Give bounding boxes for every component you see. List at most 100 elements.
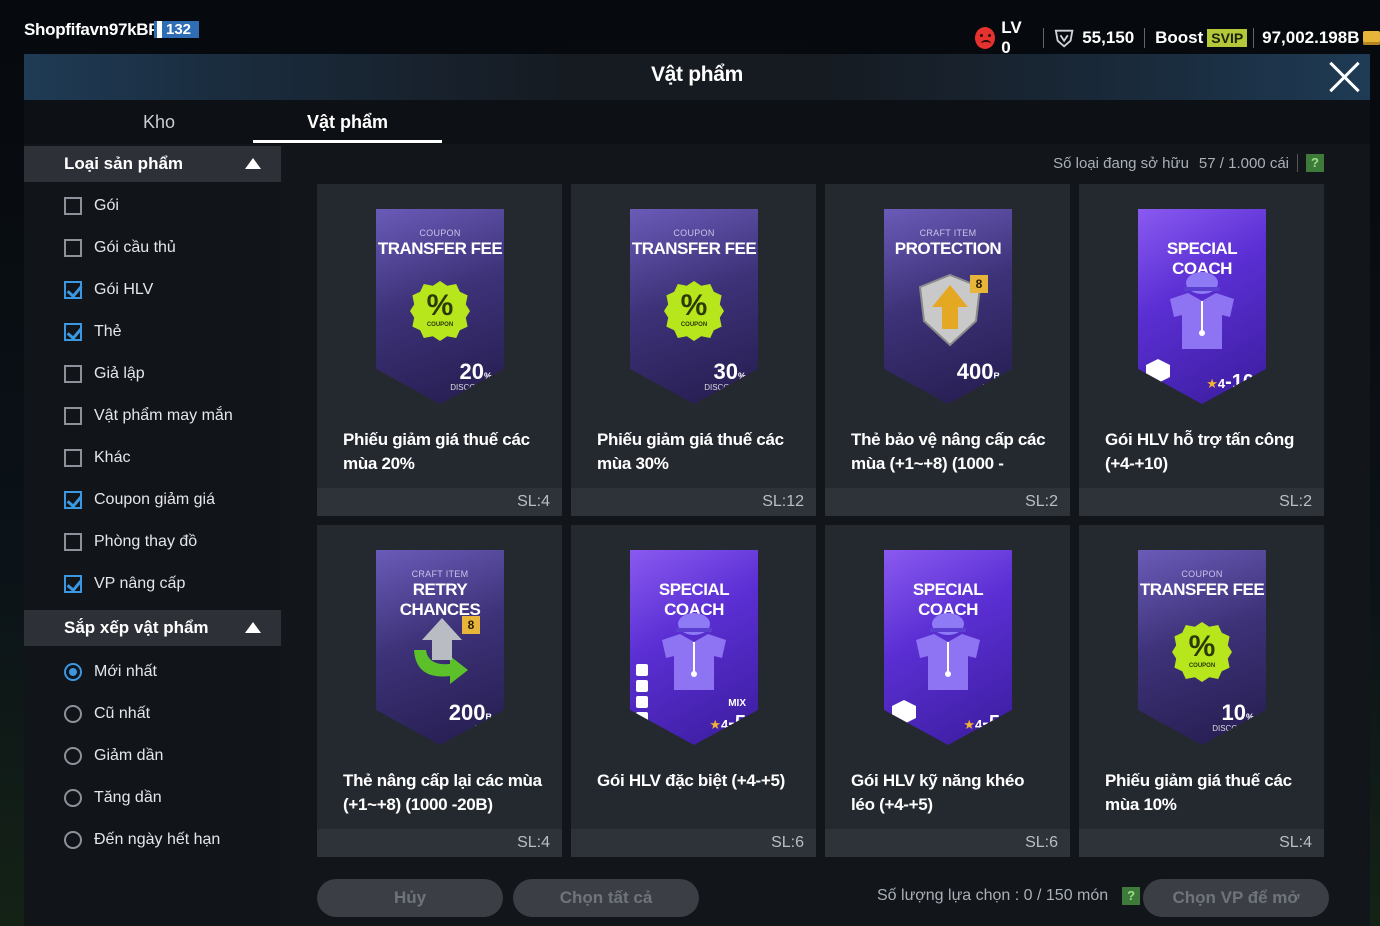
item-quantity: SL:6 — [771, 834, 804, 851]
filter-option[interactable]: Phòng thay đồ — [64, 528, 197, 556]
sort-option-label: Cũ nhất — [94, 705, 151, 722]
checkbox[interactable] — [64, 449, 82, 467]
checkbox[interactable] — [64, 197, 82, 215]
filter-option[interactable]: Thẻ — [64, 318, 122, 346]
grade-badge: 8 — [462, 616, 480, 634]
value-unit: B — [993, 371, 1001, 381]
item-tile[interactable]: CRAFT ITEM PROTECTION 8 400B MAX Thẻ bảo vệ n… — [825, 184, 1070, 516]
item-quantity: SL:6 — [1025, 834, 1058, 851]
filter-option-label: Gói cầu thủ — [94, 239, 176, 256]
checkbox[interactable] — [64, 575, 82, 593]
card-title: TRANSFER FEE — [631, 239, 757, 258]
coupon-percent-icon: % COUPON — [410, 281, 470, 341]
filter-option[interactable]: Gói cầu thủ — [64, 234, 176, 262]
radio-button[interactable] — [64, 831, 82, 849]
grade-high: 5 — [734, 712, 746, 734]
quantity-bar: SL:4 — [317, 829, 562, 857]
close-button[interactable] — [1326, 59, 1362, 95]
item-tile[interactable]: SPECIAL COACH ★4-10 Gói HLV hỗ trợ tấn côn… — [1079, 184, 1324, 516]
grade-low: 4 — [1217, 376, 1226, 391]
sort-option[interactable]: Đến ngày hết hạn — [64, 826, 220, 854]
sort-section-header[interactable]: Sắp xếp vật phẩm — [24, 610, 281, 646]
select-all-button[interactable]: Chọn tất cả — [513, 879, 699, 917]
card-subtitle: CRAFT ITEM — [411, 569, 469, 579]
checkbox[interactable] — [64, 365, 82, 383]
sad-face-icon — [975, 27, 996, 49]
filter-option[interactable]: Khác — [64, 444, 130, 472]
item-tile[interactable]: SPECIAL COACH MIX ★4-5 Gói HLV đặc biệt (+4… — [571, 525, 816, 857]
item-tile[interactable]: COUPON TRANSFER FEE% COUPON 10% DISCOUNT Phiế… — [1079, 525, 1324, 857]
tab-storage[interactable]: Kho — [64, 112, 254, 133]
filter-option[interactable]: VP nâng cấp — [64, 570, 185, 598]
sort-option[interactable]: Mới nhất — [64, 658, 157, 686]
position-icons — [636, 664, 650, 728]
selection-count: Số lượng lựa chọn : 0 / 150 món ? — [877, 887, 1141, 905]
filter-section-header[interactable]: Loại sản phẩm — [24, 146, 281, 182]
checkbox[interactable] — [64, 533, 82, 551]
quantity-bar: SL:4 — [317, 488, 562, 516]
item-quantity: SL:2 — [1025, 493, 1058, 510]
filter-option[interactable]: Coupon giảm giá — [64, 486, 215, 514]
value-unit: % — [1245, 712, 1254, 722]
checkbox[interactable] — [64, 407, 82, 425]
grade-range: ★4-10 — [1206, 371, 1254, 393]
sort-option[interactable]: Tăng dần — [64, 784, 162, 812]
owned-count: Số loại đang sở hữu 57 / 1.000 cái ? — [1053, 154, 1324, 172]
card-value-caption: DISCOUNT — [450, 383, 492, 392]
sort-option-label: Tăng dần — [94, 789, 162, 806]
item-tile[interactable]: COUPON TRANSFER FEE% COUPON 20% DISCOUNT Phiế… — [317, 184, 562, 516]
item-card: COUPON TRANSFER FEE% COUPON 10% DISCOUNT — [1138, 550, 1266, 745]
checkbox[interactable] — [64, 491, 82, 509]
card-value-caption: DISCOUNT — [704, 383, 746, 392]
item-tile[interactable]: SPECIAL COACH ★4-5 Gói HLV kỹ năng khéo lé… — [825, 525, 1070, 857]
star-icon: ★ — [709, 717, 721, 732]
value-unit: B — [485, 712, 493, 722]
item-tile[interactable]: CRAFT ITEM RETRY CHANCES 8 200B MAX Thẻ nâng … — [317, 525, 562, 857]
owned-label: Số loại đang sở hữu — [1053, 154, 1189, 172]
quantity-bar: SL:6 — [571, 829, 816, 857]
rank-display[interactable]: LV 0 55,150 Boost SVIP 97,002.198B — [975, 18, 1380, 58]
checkbox[interactable] — [64, 323, 82, 341]
filter-sidebar: Loại sản phẩm Gói Gói cầu thủ Gói HLV Thẻ Gi… — [24, 144, 281, 926]
username: Shopfifavn97kBP — [24, 20, 160, 39]
collapse-arrow-icon — [245, 622, 261, 633]
coupon-caption: COUPON — [1188, 663, 1216, 669]
top-bar: Shopfifavn97kBP 132 LV 0 55,150 Boost SV… — [0, 6, 1380, 57]
sort-option[interactable]: Giảm dần — [64, 742, 163, 770]
item-tile[interactable]: COUPON TRANSFER FEE% COUPON 30% DISCOUNT Phiế… — [571, 184, 816, 516]
item-card: SPECIAL COACH MIX ★4-5 — [630, 550, 758, 745]
quantity-bar: SL:12 — [571, 488, 816, 516]
sort-option-label: Mới nhất — [94, 663, 157, 680]
owned-value: 57 / 1.000 cái — [1198, 154, 1289, 172]
radio-button[interactable] — [64, 663, 82, 681]
radio-button[interactable] — [64, 789, 82, 807]
help-button[interactable]: ? — [1306, 154, 1324, 172]
item-art: COUPON TRANSFER FEE% COUPON 30% DISCOUNT — [571, 184, 816, 416]
card-value-caption: DISCOUNT — [1212, 724, 1254, 733]
filter-option[interactable]: Gói HLV — [64, 276, 153, 304]
sort-option[interactable]: Cũ nhất — [64, 700, 150, 728]
collapse-arrow-icon — [245, 158, 261, 169]
tab-items[interactable]: Vật phẩm — [253, 112, 442, 133]
card-value-caption: MAX — [474, 724, 492, 733]
divider — [1043, 28, 1044, 48]
grade-high: 5 — [988, 712, 1000, 734]
coach-shirt-icon — [662, 613, 726, 690]
filter-option[interactable]: Giả lập — [64, 360, 145, 388]
cancel-button[interactable]: Hủy — [317, 879, 503, 917]
divider — [1253, 28, 1255, 48]
coach-shirt-icon — [916, 613, 980, 690]
filter-option[interactable]: Gói — [64, 192, 119, 220]
card-value: 10% — [1222, 700, 1255, 726]
value-number: 20 — [459, 359, 484, 384]
help-button[interactable]: ? — [1122, 887, 1141, 905]
shield-icon — [1054, 29, 1074, 48]
filter-option[interactable]: Vật phẩm may mắn — [64, 402, 233, 430]
checkbox[interactable] — [64, 239, 82, 257]
open-items-button[interactable]: Chọn VP để mở — [1143, 879, 1329, 917]
radio-button[interactable] — [64, 705, 82, 723]
card-value: 30% — [714, 359, 747, 385]
radio-button[interactable] — [64, 747, 82, 765]
checkbox[interactable] — [64, 281, 82, 299]
item-name: Phiếu giảm giá thuế các mùa 20% — [343, 430, 530, 473]
